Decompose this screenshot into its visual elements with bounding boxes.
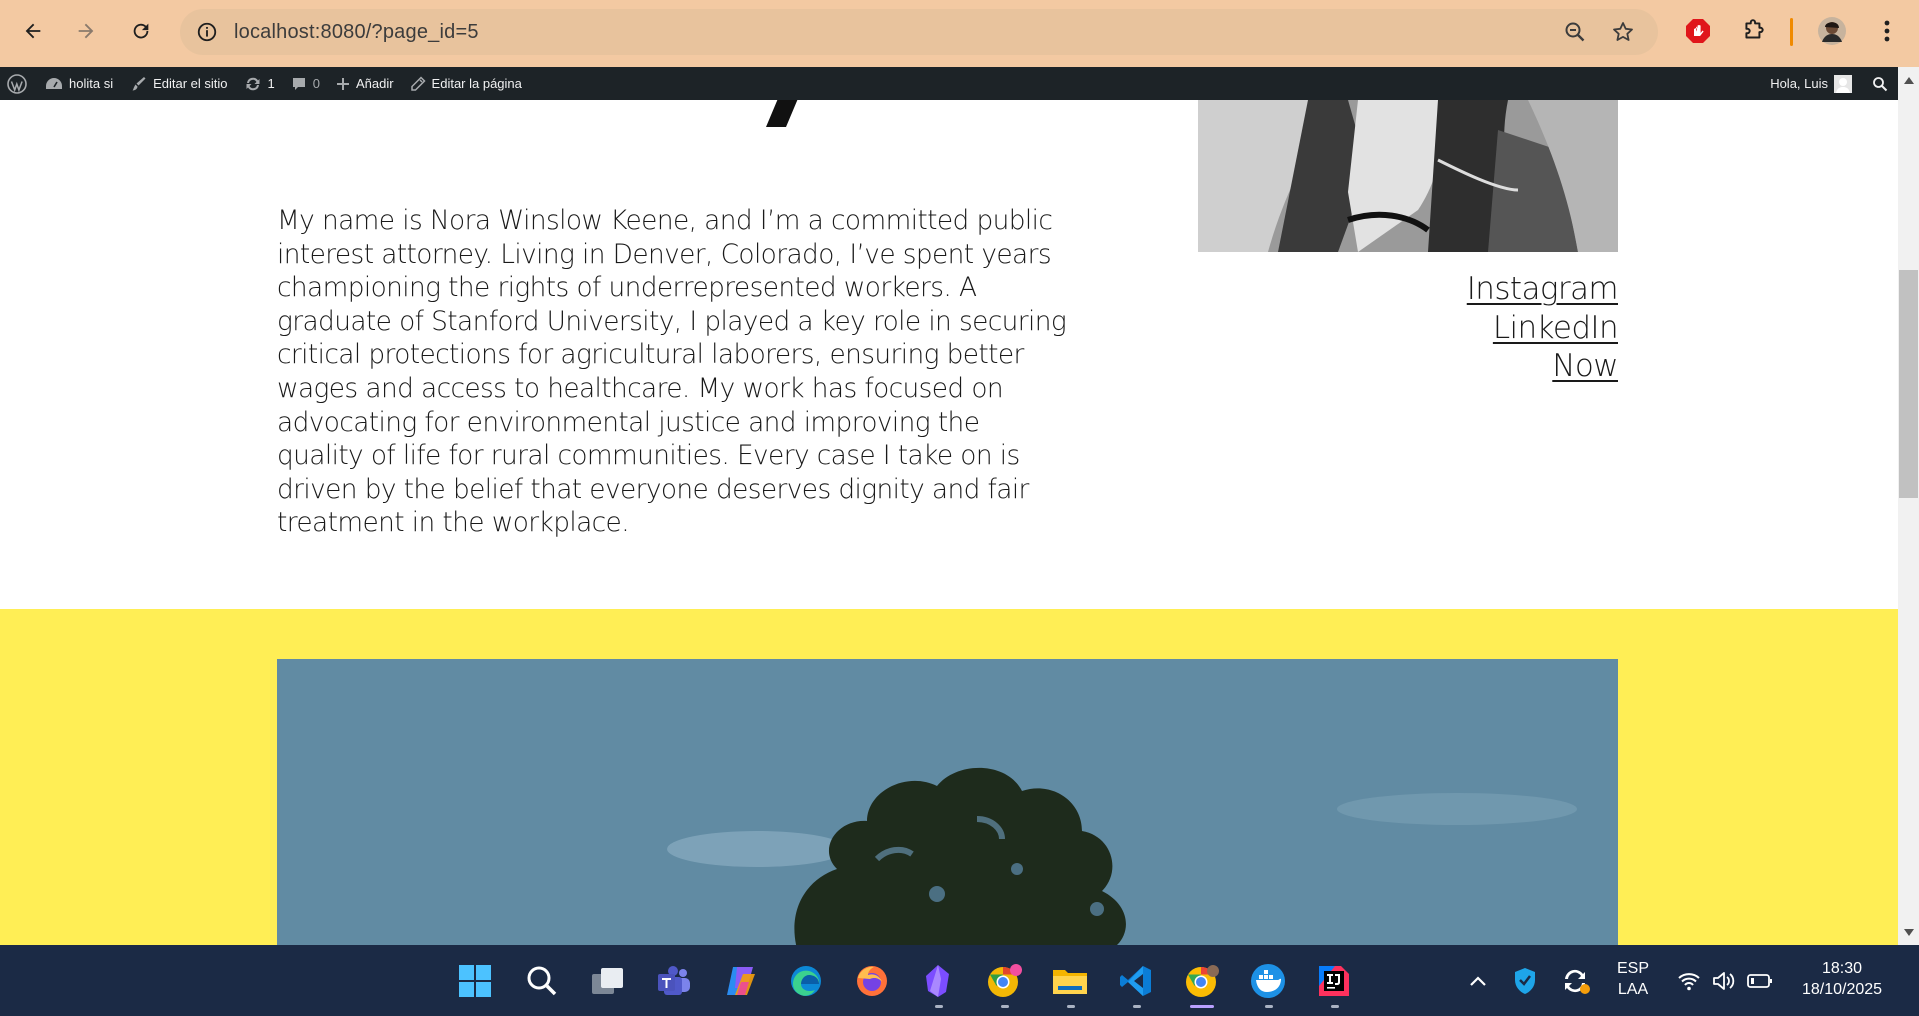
wp-my-account[interactable]: Hola, Luis: [1762, 67, 1864, 100]
updates-icon: [246, 77, 259, 90]
brush-icon: [132, 76, 146, 90]
wp-updates[interactable]: 1: [236, 67, 283, 100]
language-label: ESP: [1616, 960, 1649, 977]
page-content: My name is Nora Winslow Keene, and I’m a…: [0, 100, 1898, 945]
page-scrollbar[interactable]: [1898, 67, 1919, 945]
heading-fragment: [766, 100, 798, 127]
portrait-photo: [1198, 100, 1618, 252]
vscode-icon[interactable]: [1116, 961, 1156, 1001]
social-links: Instagram LinkedIn Now: [1467, 270, 1619, 386]
wp-edit-site[interactable]: Editar el sitio: [121, 67, 235, 100]
firefox-icon[interactable]: [852, 961, 892, 1001]
address-bar[interactable]: localhost:8080/?page_id=5: [180, 9, 1658, 55]
battery-icon[interactable]: [1740, 961, 1780, 1001]
sync-icon[interactable]: [1556, 961, 1596, 1001]
bio-paragraph: My name is Nora Winslow Keene, and I’m a…: [277, 205, 1067, 539]
adblock-icon[interactable]: [1681, 14, 1715, 48]
wp-admin-bar: holita si Editar el sitio 1 0 Añadir Edi…: [0, 67, 1900, 100]
back-icon[interactable]: [14, 12, 52, 50]
wordpress-logo-icon[interactable]: [0, 67, 37, 100]
keyboard-layout-label: LAA: [1617, 981, 1649, 998]
wp-edit-page[interactable]: Editar la página: [402, 67, 530, 100]
instagram-link[interactable]: Instagram: [1467, 270, 1619, 309]
now-link[interactable]: Now: [1467, 347, 1618, 386]
scrollbar-thumb[interactable]: [1899, 270, 1918, 498]
taskbar: ESP LAA 18:30 18/10/2025: [0, 945, 1919, 1016]
updates-count: 1: [267, 76, 275, 91]
chevron-up-icon[interactable]: [1458, 961, 1498, 1001]
profile-avatar[interactable]: [1815, 14, 1849, 48]
tree-photo: [277, 659, 1618, 945]
yellow-section: [0, 609, 1898, 945]
zoom-icon[interactable]: [1563, 9, 1587, 55]
file-explorer-icon[interactable]: [1050, 961, 1090, 1001]
user-avatar: [1834, 74, 1852, 93]
obsidian-icon[interactable]: [918, 961, 958, 1001]
copilot-icon[interactable]: [720, 961, 760, 1001]
wp-search-icon[interactable]: [1864, 67, 1900, 100]
extensions-icon[interactable]: [1737, 14, 1771, 48]
input-language[interactable]: ESP LAA: [1612, 958, 1654, 1000]
linkedin-link[interactable]: LinkedIn: [1467, 309, 1619, 348]
toolbar-divider: [1790, 18, 1793, 46]
url-text[interactable]: localhost:8080/?page_id=5: [234, 21, 479, 44]
chrome-icon[interactable]: [1182, 961, 1222, 1001]
clock-date: 18/10/2025: [1801, 981, 1883, 998]
plus-icon: [336, 77, 349, 90]
pencil-icon: [410, 75, 426, 91]
running-indicator: [1001, 1005, 1009, 1008]
bookmark-star-icon[interactable]: [1611, 9, 1635, 55]
running-indicator: [935, 1005, 943, 1008]
edit-site-label: Editar el sitio: [153, 76, 228, 91]
greeting-label: Hola, Luis: [1770, 76, 1828, 91]
vpn-shield-icon[interactable]: [1505, 961, 1545, 1001]
running-indicator: [1067, 1005, 1075, 1008]
site-name-label: holita si: [69, 76, 114, 91]
site-info-icon[interactable]: [196, 21, 218, 43]
comments-count: 0: [312, 76, 320, 91]
clock-time: 18:30: [1821, 960, 1863, 977]
teams-icon[interactable]: [654, 961, 694, 1001]
edit-page-label: Editar la página: [431, 76, 522, 91]
comment-icon: [292, 77, 305, 90]
start-icon[interactable]: [455, 961, 495, 1001]
reload-icon[interactable]: [122, 12, 160, 50]
wp-add-new[interactable]: Añadir: [328, 67, 402, 100]
running-indicator: [1265, 1005, 1273, 1008]
edge-icon[interactable]: [786, 961, 826, 1001]
docker-icon[interactable]: [1248, 961, 1288, 1001]
running-indicator: [1133, 1005, 1141, 1008]
intellij-icon[interactable]: [1314, 961, 1354, 1001]
forward-icon[interactable]: [67, 12, 105, 50]
wp-site-name[interactable]: holita si: [37, 67, 121, 100]
active-indicator: [1190, 1005, 1214, 1008]
running-indicator: [1331, 1005, 1339, 1008]
wp-comments[interactable]: 0: [283, 67, 328, 100]
clock[interactable]: 18:30 18/10/2025: [1786, 958, 1898, 1000]
chrome-canary-icon[interactable]: [984, 961, 1024, 1001]
browser-toolbar: localhost:8080/?page_id=5: [0, 0, 1919, 67]
menu-icon[interactable]: [1870, 14, 1904, 48]
dashboard-icon: [46, 77, 62, 89]
wifi-icon[interactable]: [1669, 961, 1709, 1001]
volume-icon[interactable]: [1704, 961, 1744, 1001]
scroll-up-icon[interactable]: [1902, 73, 1916, 87]
add-new-label: Añadir: [355, 76, 394, 91]
scroll-down-icon[interactable]: [1902, 925, 1916, 939]
search-icon[interactable]: [522, 961, 562, 1001]
task-view-icon[interactable]: [588, 961, 628, 1001]
